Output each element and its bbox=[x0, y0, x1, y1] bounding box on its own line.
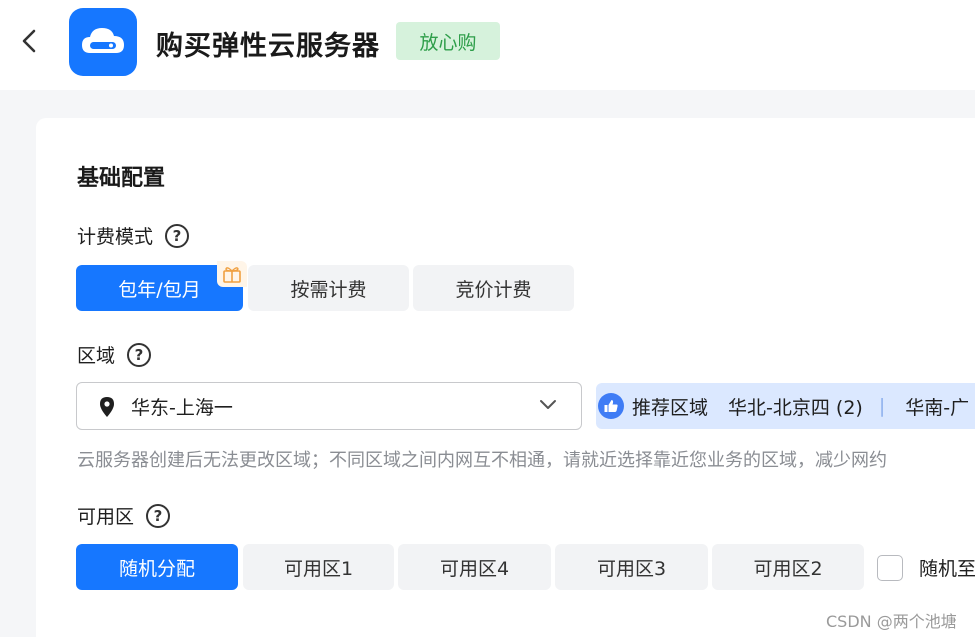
az-option-4[interactable]: 可用区4 bbox=[398, 544, 551, 590]
az-option-label: 可用区2 bbox=[753, 557, 823, 580]
page-header: 购买弹性云服务器 放心购 bbox=[0, 0, 975, 90]
billing-option-on-demand[interactable]: 按需计费 bbox=[248, 265, 409, 311]
region-select[interactable]: 华东-上海一 bbox=[76, 382, 582, 430]
gift-icon bbox=[217, 261, 247, 287]
az-option-label: 随机分配 bbox=[118, 557, 195, 580]
billing-mode-label-text: 计费模式 bbox=[77, 226, 154, 248]
az-option-2[interactable]: 可用区2 bbox=[712, 544, 864, 590]
recommended-regions: 推荐区域 华北-北京四 (2) | 华南-广 bbox=[596, 383, 975, 429]
trust-badge: 放心购 bbox=[396, 22, 500, 60]
az-option-random[interactable]: 随机分配 bbox=[76, 544, 238, 590]
billing-option-yearly-monthly[interactable]: 包年/包月 bbox=[76, 261, 247, 311]
billing-option-spot[interactable]: 竞价计费 bbox=[413, 265, 574, 311]
checkbox-box[interactable] bbox=[877, 554, 903, 581]
checkbox-label: 随机至 bbox=[919, 558, 975, 580]
question-icon[interactable]: ? bbox=[165, 223, 190, 248]
az-label: 可用区 ? bbox=[77, 502, 171, 529]
watermark: CSDN @两个池塘 bbox=[826, 612, 957, 631]
az-random-checkbox[interactable]: 随机至 bbox=[877, 554, 975, 581]
region-selected-value: 华东-上海一 bbox=[131, 396, 233, 419]
region-hint: 云服务器创建后无法更改区域；不同区域之间内网互不相通，请就近选择靠近您业务的区域… bbox=[77, 450, 887, 471]
question-icon[interactable]: ? bbox=[146, 503, 171, 528]
question-icon[interactable]: ? bbox=[127, 342, 152, 367]
az-label-text: 可用区 bbox=[77, 506, 135, 528]
billing-option-label: 竞价计费 bbox=[455, 278, 532, 301]
back-button[interactable] bbox=[14, 26, 44, 56]
cloud-server-icon bbox=[82, 28, 124, 53]
app-logo bbox=[69, 8, 137, 76]
billing-mode-label: 计费模式 ? bbox=[77, 222, 190, 249]
recommend-label: 推荐区域 bbox=[632, 396, 709, 419]
az-option-label: 可用区4 bbox=[439, 557, 510, 580]
recommended-region-item[interactable]: 华北-北京四 (2) bbox=[728, 393, 863, 420]
region-label: 区域 ? bbox=[77, 341, 152, 368]
az-option-3[interactable]: 可用区3 bbox=[555, 544, 708, 590]
recommended-region-item[interactable]: 华南-广 bbox=[905, 393, 969, 420]
location-pin-icon bbox=[100, 397, 114, 417]
thumbs-up-icon bbox=[598, 393, 624, 419]
page-title: 购买弹性云服务器 bbox=[156, 31, 380, 62]
divider: | bbox=[878, 395, 886, 417]
chevron-down-icon bbox=[540, 400, 556, 409]
az-option-label: 可用区1 bbox=[283, 557, 354, 580]
az-option-label: 可用区3 bbox=[596, 557, 667, 580]
chevron-left-icon bbox=[22, 29, 36, 53]
billing-option-label: 按需计费 bbox=[290, 278, 367, 301]
billing-option-label: 包年/包月 bbox=[118, 278, 201, 301]
az-option-1[interactable]: 可用区1 bbox=[243, 544, 394, 590]
region-label-text: 区域 bbox=[77, 345, 116, 367]
section-title: 基础配置 bbox=[77, 166, 166, 191]
